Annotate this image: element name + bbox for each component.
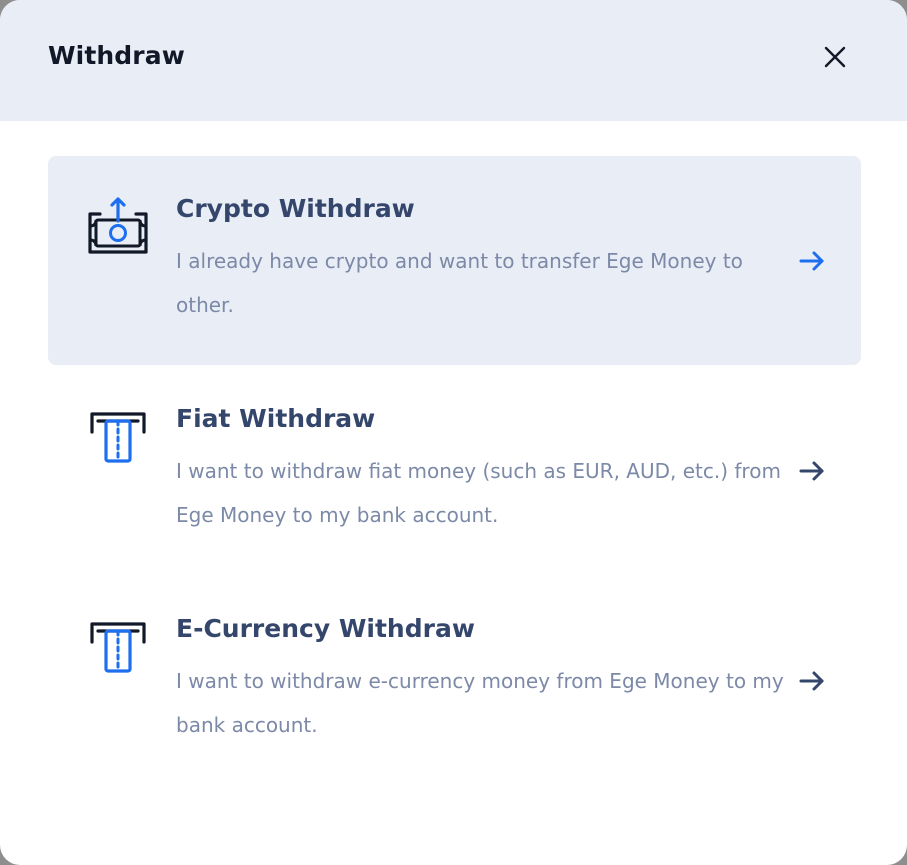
option-title: E-Currency Withdraw [176, 614, 475, 643]
option-crypto-withdraw[interactable]: Crypto Withdraw I already have crypto an… [48, 156, 861, 365]
close-button[interactable] [815, 37, 855, 77]
arrow-right-icon [799, 251, 824, 271]
option-e-currency-withdraw[interactable]: E-Currency Withdraw I want to withdraw e… [48, 576, 861, 785]
arrow-right-icon [799, 671, 824, 691]
close-icon [824, 46, 846, 68]
atm-card-icon [84, 406, 152, 474]
option-description: I want to withdraw fiat money (such as E… [176, 459, 781, 527]
option-title: Fiat Withdraw [176, 404, 376, 433]
option-title: Crypto Withdraw [176, 194, 415, 223]
option-description: I want to withdraw e-currency money from… [176, 669, 784, 737]
atm-card-icon [84, 616, 152, 684]
modal-header: Withdraw [0, 0, 907, 121]
withdraw-modal: Withdraw Crypto Withdraw I already have … [0, 0, 907, 865]
modal-title: Withdraw [48, 41, 185, 70]
option-description: I already have crypto and want to transf… [176, 249, 743, 317]
cash-upload-icon [84, 194, 152, 262]
option-fiat-withdraw[interactable]: Fiat Withdraw I want to withdraw fiat mo… [48, 366, 861, 575]
arrow-right-icon [799, 461, 824, 481]
